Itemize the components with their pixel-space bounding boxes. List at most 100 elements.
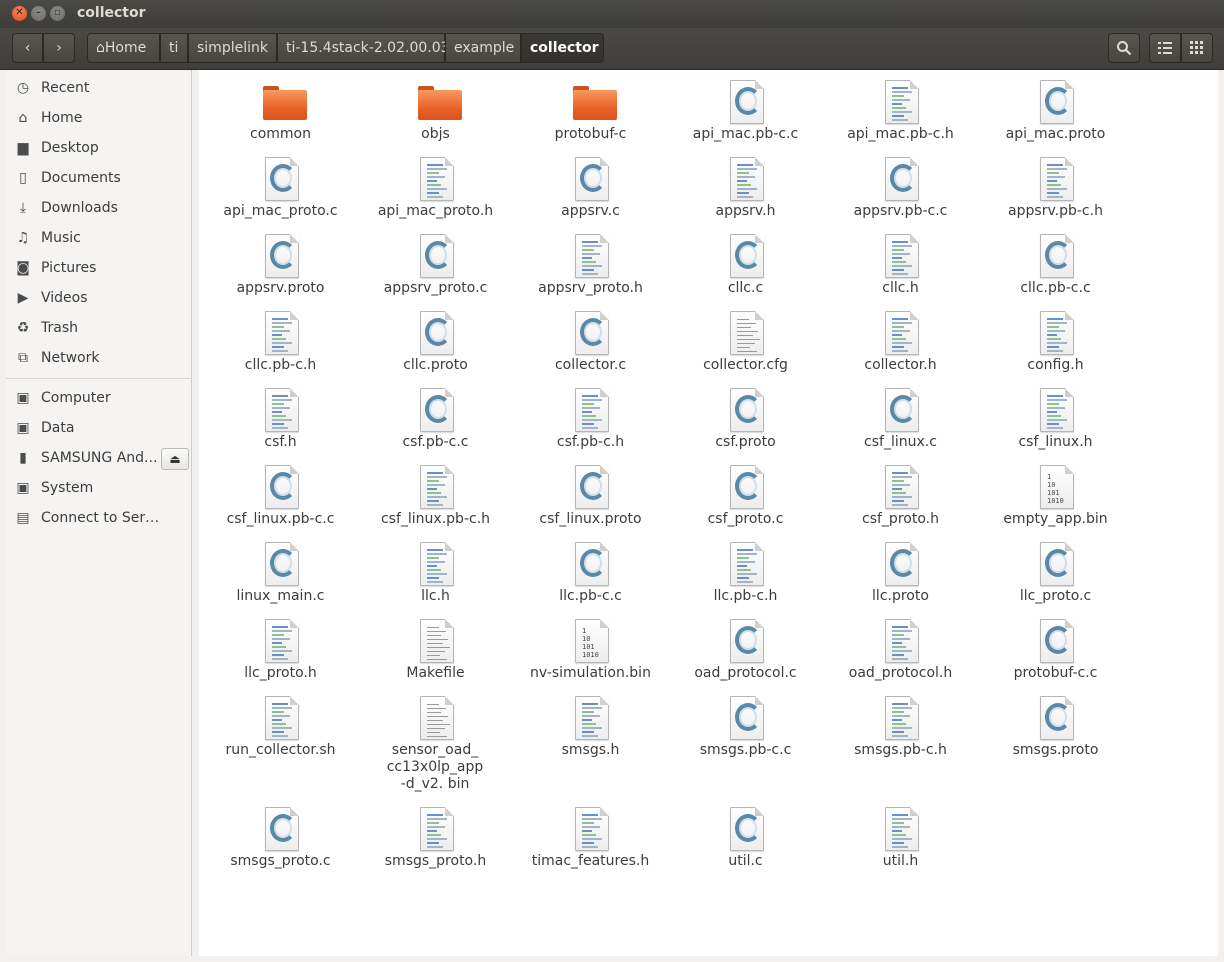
document-icon: ▯ xyxy=(19,170,27,186)
file-item[interactable]: 1 10 101 1010 empty_app.bin xyxy=(978,465,1133,543)
file-item[interactable]: csf_linux.pb-c.c xyxy=(203,465,358,543)
file-item[interactable]: csf_linux.proto xyxy=(513,465,668,543)
file-item[interactable]: appsrv.proto xyxy=(203,234,358,312)
file-item[interactable]: Makefile xyxy=(358,619,513,697)
file-item[interactable]: run_collector.sh xyxy=(203,696,358,774)
file-item[interactable]: csf_linux.c xyxy=(823,388,978,466)
sidebar-item-connect-server[interactable]: ▤ Connect to Server xyxy=(6,504,192,532)
minimize-icon: – xyxy=(36,7,41,18)
file-item[interactable]: csf_proto.c xyxy=(668,465,823,543)
file-item[interactable]: api_mac.pb-c.h xyxy=(823,80,978,158)
file-item[interactable]: appsrv.c xyxy=(513,157,668,235)
breadcrumb-collector[interactable]: collector xyxy=(521,33,604,63)
file-item[interactable]: timac_features.h xyxy=(513,807,668,885)
sidebar-item-desktop[interactable]: ▆ Desktop xyxy=(6,134,192,162)
drive-icon: ▣ xyxy=(16,420,30,436)
sidebar-item-videos[interactable]: ▶ Videos xyxy=(6,284,192,312)
file-item[interactable]: appsrv.pb-c.c xyxy=(823,157,978,235)
breadcrumb-ti-stack[interactable]: ti-15.4stack-2.02.00.03 xyxy=(277,33,450,63)
file-item[interactable]: collector.c xyxy=(513,311,668,389)
file-item[interactable]: cllc.h xyxy=(823,234,978,312)
file-item[interactable]: csf.pb-c.c xyxy=(358,388,513,466)
file-item[interactable]: oad_protocol.h xyxy=(823,619,978,697)
grid-view-button[interactable] xyxy=(1181,33,1213,63)
eject-button[interactable]: ⏏ xyxy=(161,448,189,470)
file-item[interactable]: collector.cfg xyxy=(668,311,823,389)
file-item[interactable]: llc.pb-c.c xyxy=(513,542,668,620)
file-name: appsrv.pb-c.h xyxy=(1008,203,1103,219)
file-item[interactable]: llc_proto.h xyxy=(203,619,358,697)
c-source-file-icon xyxy=(572,157,610,203)
file-item[interactable]: csf.proto xyxy=(668,388,823,466)
file-item[interactable]: util.c xyxy=(668,807,823,885)
file-item[interactable]: csf_proto.h xyxy=(823,465,978,543)
breadcrumb-simplelink[interactable]: simplelink xyxy=(188,33,277,63)
file-item[interactable]: common xyxy=(203,80,358,158)
sidebar-item-network[interactable]: ⧉ Network xyxy=(6,344,192,372)
file-item[interactable]: api_mac_proto.c xyxy=(203,157,358,235)
file-item[interactable]: oad_protocol.c xyxy=(668,619,823,697)
file-item[interactable]: appsrv.pb-c.h xyxy=(978,157,1133,235)
file-item[interactable]: smsgs.pb-c.c xyxy=(668,696,823,774)
file-item[interactable]: smsgs_proto.c xyxy=(203,807,358,885)
sidebar-item-data[interactable]: ▣ Data xyxy=(6,414,192,442)
sidebar-item-downloads[interactable]: ⤓ Downloads xyxy=(6,194,192,222)
file-item[interactable]: appsrv.h xyxy=(668,157,823,235)
file-item[interactable]: smsgs_proto.h xyxy=(358,807,513,885)
sidebar-item-documents[interactable]: ▯ Documents xyxy=(6,164,192,192)
file-item[interactable]: csf_linux.pb-c.h xyxy=(358,465,513,543)
file-item[interactable]: smsgs.pb-c.h xyxy=(823,696,978,774)
file-item[interactable]: objs xyxy=(358,80,513,158)
file-item[interactable]: linux_main.c xyxy=(203,542,358,620)
sidebar-item-system[interactable]: ▣ System xyxy=(6,474,192,502)
file-item[interactable]: csf.h xyxy=(203,388,358,466)
file-name: cllc.h xyxy=(882,280,919,296)
file-item[interactable]: util.h xyxy=(823,807,978,885)
file-name: csf_linux.pb-c.h xyxy=(380,511,491,527)
file-item[interactable]: protobuf-c.c xyxy=(978,619,1133,697)
sidebar-item-home[interactable]: ⌂ Home xyxy=(6,104,192,132)
file-name: linux_main.c xyxy=(236,588,325,604)
breadcrumb-example[interactable]: example xyxy=(445,33,521,63)
sidebar-item-computer[interactable]: ▣ Computer xyxy=(6,384,192,412)
file-item[interactable]: smsgs.proto xyxy=(978,696,1133,774)
file-item[interactable]: smsgs.h xyxy=(513,696,668,774)
back-button[interactable]: ‹ xyxy=(12,33,43,63)
file-item[interactable]: cllc.pb-c.c xyxy=(978,234,1133,312)
file-item[interactable]: protobuf-c xyxy=(513,80,668,158)
file-item[interactable]: api_mac.pb-c.c xyxy=(668,80,823,158)
file-item[interactable]: cllc.proto xyxy=(358,311,513,389)
file-item[interactable]: 1 10 101 1010 nv-simulation.bin xyxy=(513,619,668,697)
file-name: protobuf-c.c xyxy=(1013,665,1098,681)
file-item[interactable]: llc.proto xyxy=(823,542,978,620)
file-item[interactable]: api_mac_proto.h xyxy=(358,157,513,235)
sidebar-item-recent[interactable]: ◷ Recent xyxy=(6,74,192,102)
sidebar-item-trash[interactable]: ♻ Trash xyxy=(6,314,192,342)
file-item[interactable]: api_mac.proto xyxy=(978,80,1133,158)
file-item[interactable]: llc.pb-c.h xyxy=(668,542,823,620)
file-item[interactable]: config.h xyxy=(978,311,1133,389)
file-item[interactable]: llc.h xyxy=(358,542,513,620)
list-view-button[interactable] xyxy=(1149,33,1181,63)
breadcrumb-ti[interactable]: ti xyxy=(160,33,188,63)
file-item[interactable]: appsrv_proto.c xyxy=(358,234,513,312)
sidebar-item-pictures[interactable]: ◙ Pictures xyxy=(6,254,192,282)
file-item[interactable]: collector.h xyxy=(823,311,978,389)
title-bar[interactable]: ✕ – ▫ collector xyxy=(0,0,1224,28)
file-item[interactable]: cllc.c xyxy=(668,234,823,312)
maximize-window-button[interactable]: ▫ xyxy=(50,6,65,21)
close-window-button[interactable]: ✕ xyxy=(12,6,27,21)
sidebar-item-samsung[interactable]: ▮ SAMSUNG And... ⏏ xyxy=(6,444,192,472)
file-item[interactable]: csf.pb-c.h xyxy=(513,388,668,466)
minimize-window-button[interactable]: – xyxy=(31,6,46,21)
breadcrumb-home[interactable]: ⌂Home xyxy=(87,33,160,63)
file-name: llc_proto.h xyxy=(244,665,317,681)
file-item[interactable]: appsrv_proto.h xyxy=(513,234,668,312)
file-item[interactable]: cllc.pb-c.h xyxy=(203,311,358,389)
sidebar-item-music[interactable]: ♫ Music xyxy=(6,224,192,252)
file-item[interactable]: csf_linux.h xyxy=(978,388,1133,466)
search-button[interactable] xyxy=(1108,33,1140,63)
file-item[interactable]: llc_proto.c xyxy=(978,542,1133,620)
forward-button[interactable]: › xyxy=(43,33,75,63)
file-item[interactable]: sensor_oad_ cc13x0lp_app-d_v2. bin xyxy=(358,696,513,792)
